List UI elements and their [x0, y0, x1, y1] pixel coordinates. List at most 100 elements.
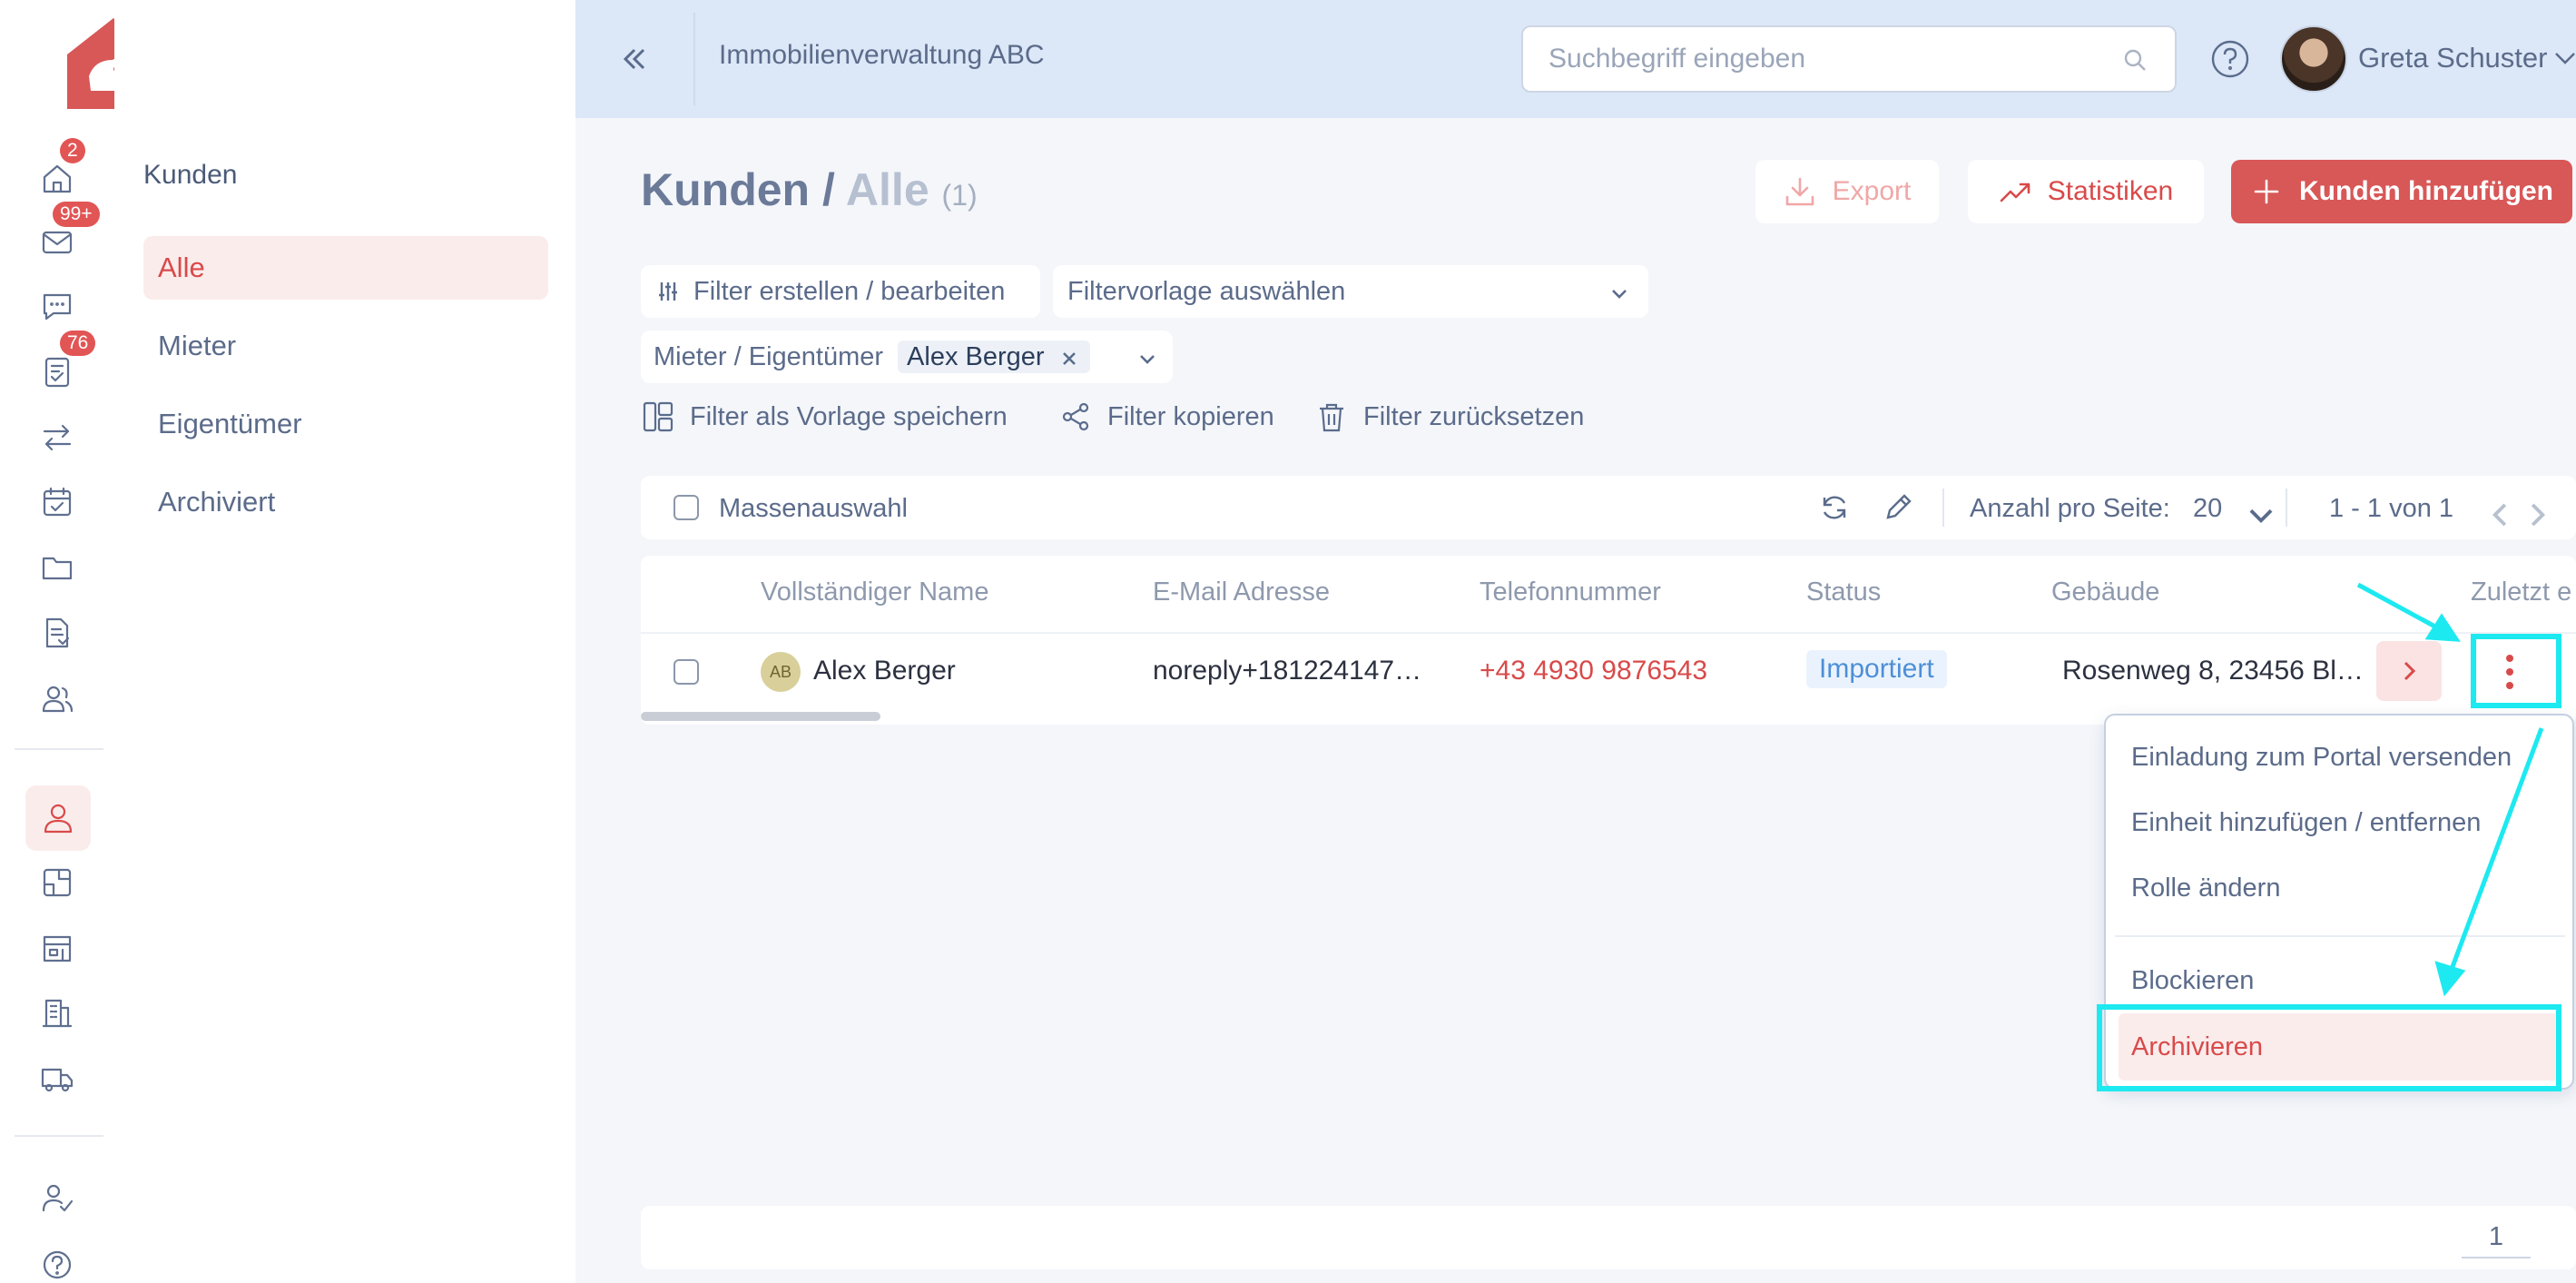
menu-item-add-remove-unit[interactable]: Einheit hinzufügen / entfernen — [2131, 808, 2481, 838]
chevron-down-icon — [1608, 281, 1630, 303]
refresh-icon[interactable] — [1817, 490, 1852, 525]
question-circle-icon — [2211, 40, 2249, 78]
folder-icon[interactable] — [34, 545, 80, 590]
menu-item-send-portal-invite[interactable]: Einladung zum Portal versenden — [2131, 743, 2512, 773]
breadcrumb-separator: / — [810, 164, 846, 215]
subnav-item-alle[interactable]: Alle — [143, 236, 548, 300]
cell-phone[interactable]: +43 4930 9876543 — [1480, 656, 1707, 686]
chevron-right-icon[interactable] — [2520, 498, 2546, 527]
home-badge: 2 — [60, 138, 85, 163]
highlight-archive-item — [2097, 1004, 2561, 1091]
home-icon[interactable]: 2 — [34, 138, 85, 202]
tasks-icon[interactable]: 76 — [34, 331, 96, 394]
column-header-building[interactable]: Gebäude — [2051, 577, 2159, 607]
pagination-range: 1 - 1 von 1 — [2329, 494, 2454, 523]
toolbar-divider — [2286, 489, 2287, 527]
edit-filter-button[interactable]: Filter erstellen / bearbeiten — [641, 265, 1040, 318]
select-all-checkbox[interactable] — [673, 495, 699, 520]
filter-template-placeholder: Filtervorlage auswählen — [1067, 276, 1346, 306]
cell-name[interactable]: Alex Berger — [813, 656, 956, 686]
page-number-input[interactable]: 1 — [2462, 1222, 2531, 1258]
pagination-footer: 1 — [641, 1206, 2576, 1269]
tasks-badge: 76 — [60, 331, 96, 356]
status-badge: Importiert — [1806, 650, 1947, 688]
help-icon[interactable] — [34, 1242, 80, 1283]
units-icon[interactable] — [34, 860, 80, 905]
mail-icon[interactable]: 99+ — [34, 202, 100, 265]
export-label: Export — [1832, 176, 1912, 206]
reset-filter-label: Filter zurücksetzen — [1363, 401, 1585, 431]
menu-item-block[interactable]: Blockieren — [2131, 966, 2254, 996]
double-chevron-left-icon — [623, 48, 645, 70]
collapse-sidebar-button[interactable] — [612, 36, 657, 82]
copy-filter-button[interactable]: Filter kopieren — [1058, 394, 1274, 439]
subnav-item-mieter[interactable]: Mieter — [143, 314, 548, 378]
sliders-icon — [659, 282, 677, 301]
filter-chip-label: Alex Berger — [907, 341, 1045, 371]
statistics-label: Statistiken — [2047, 176, 2174, 206]
user-check-icon[interactable] — [34, 1175, 80, 1220]
calendar-icon[interactable] — [34, 479, 80, 525]
highlight-actions-button — [2471, 634, 2561, 708]
avatar: AB — [761, 652, 801, 692]
statistics-button[interactable]: Statistiken — [1968, 160, 2204, 223]
column-header-email[interactable]: E-Mail Adresse — [1153, 577, 1330, 607]
add-customer-button[interactable]: Kunden hinzufügen — [2231, 160, 2572, 223]
row-checkbox[interactable] — [673, 659, 699, 685]
store-icon[interactable] — [34, 925, 80, 971]
copy-filter-label: Filter kopieren — [1107, 401, 1274, 431]
horizontal-scrollbar[interactable] — [641, 712, 880, 721]
column-header-status[interactable]: Status — [1806, 577, 1881, 607]
close-icon[interactable] — [1059, 346, 1081, 368]
share-icon — [1062, 402, 1089, 431]
chevron-right-icon — [2404, 661, 2416, 681]
filter-template-select[interactable]: Filtervorlage auswählen — [1053, 265, 1648, 318]
column-header-phone[interactable]: Telefonnummer — [1480, 577, 1661, 607]
edit-pencil-icon[interactable] — [1881, 490, 1915, 525]
column-header-last-edited[interactable]: Zuletzt e — [2471, 577, 2571, 607]
subnav-item-archiviert[interactable]: Archiviert — [143, 470, 548, 534]
subnav-item-eigentuemer[interactable]: Eigentümer — [143, 392, 548, 456]
toolbar-divider — [1942, 489, 1944, 527]
customers-icon[interactable] — [25, 785, 91, 851]
chevron-left-icon[interactable] — [2483, 498, 2507, 527]
icon-rail: idwell 2 99+ 76 — [0, 0, 485, 1283]
per-page-value[interactable]: 20 — [2193, 494, 2222, 524]
result-count: (1) — [941, 179, 978, 212]
open-row-button[interactable] — [2376, 641, 2442, 701]
help-button[interactable] — [2209, 38, 2251, 80]
save-filter-template-button[interactable]: Filter als Vorlage speichern — [641, 394, 1008, 439]
plus-icon — [2254, 179, 2279, 204]
contacts-icon[interactable] — [34, 676, 80, 721]
chevron-down-icon[interactable] — [2244, 498, 2273, 524]
owner-filter-label: Mieter / Eigentümer — [654, 341, 884, 371]
organization-name: Immobilienverwaltung ABC — [719, 40, 1045, 70]
user-name[interactable]: Greta Schuster — [2358, 42, 2547, 74]
export-button[interactable]: Export — [1755, 160, 1939, 223]
search-icon[interactable] — [2122, 47, 2148, 73]
owner-filter[interactable]: Mieter / Eigentümer Alex Berger — [641, 331, 1173, 383]
mass-select-label: Massenauswahl — [719, 494, 908, 523]
transfer-icon[interactable] — [34, 414, 80, 459]
menu-divider — [2115, 935, 2565, 937]
user-avatar[interactable] — [2280, 25, 2347, 93]
customers-table: Vollständiger Name E-Mail Adresse Telefo… — [641, 556, 2576, 725]
search-input[interactable] — [1523, 27, 2104, 91]
rail-divider-bottom — [15, 1135, 103, 1137]
edit-filter-label: Filter erstellen / bearbeiten — [693, 276, 1006, 306]
chevron-down-icon[interactable] — [1136, 347, 1158, 377]
breadcrumb-current: Alle — [845, 164, 929, 215]
buildings-icon[interactable] — [34, 991, 80, 1036]
save-filter-template-label: Filter als Vorlage speichern — [690, 401, 1008, 431]
mail-badge: 99+ — [53, 202, 100, 227]
column-header-name[interactable]: Vollständiger Name — [761, 577, 988, 607]
chat-icon[interactable] — [34, 283, 80, 329]
per-page-label: Anzahl pro Seite: — [1970, 494, 2170, 523]
document-icon[interactable] — [34, 610, 80, 656]
truck-icon[interactable] — [34, 1056, 80, 1101]
menu-item-change-role[interactable]: Rolle ändern — [2131, 873, 2280, 903]
chevron-down-icon[interactable] — [2552, 45, 2576, 71]
reset-filter-button[interactable]: Filter zurücksetzen — [1314, 394, 1584, 439]
header-bar: Immobilienverwaltung ABC Greta Schuster — [575, 0, 2576, 118]
trash-icon — [1320, 403, 1343, 432]
